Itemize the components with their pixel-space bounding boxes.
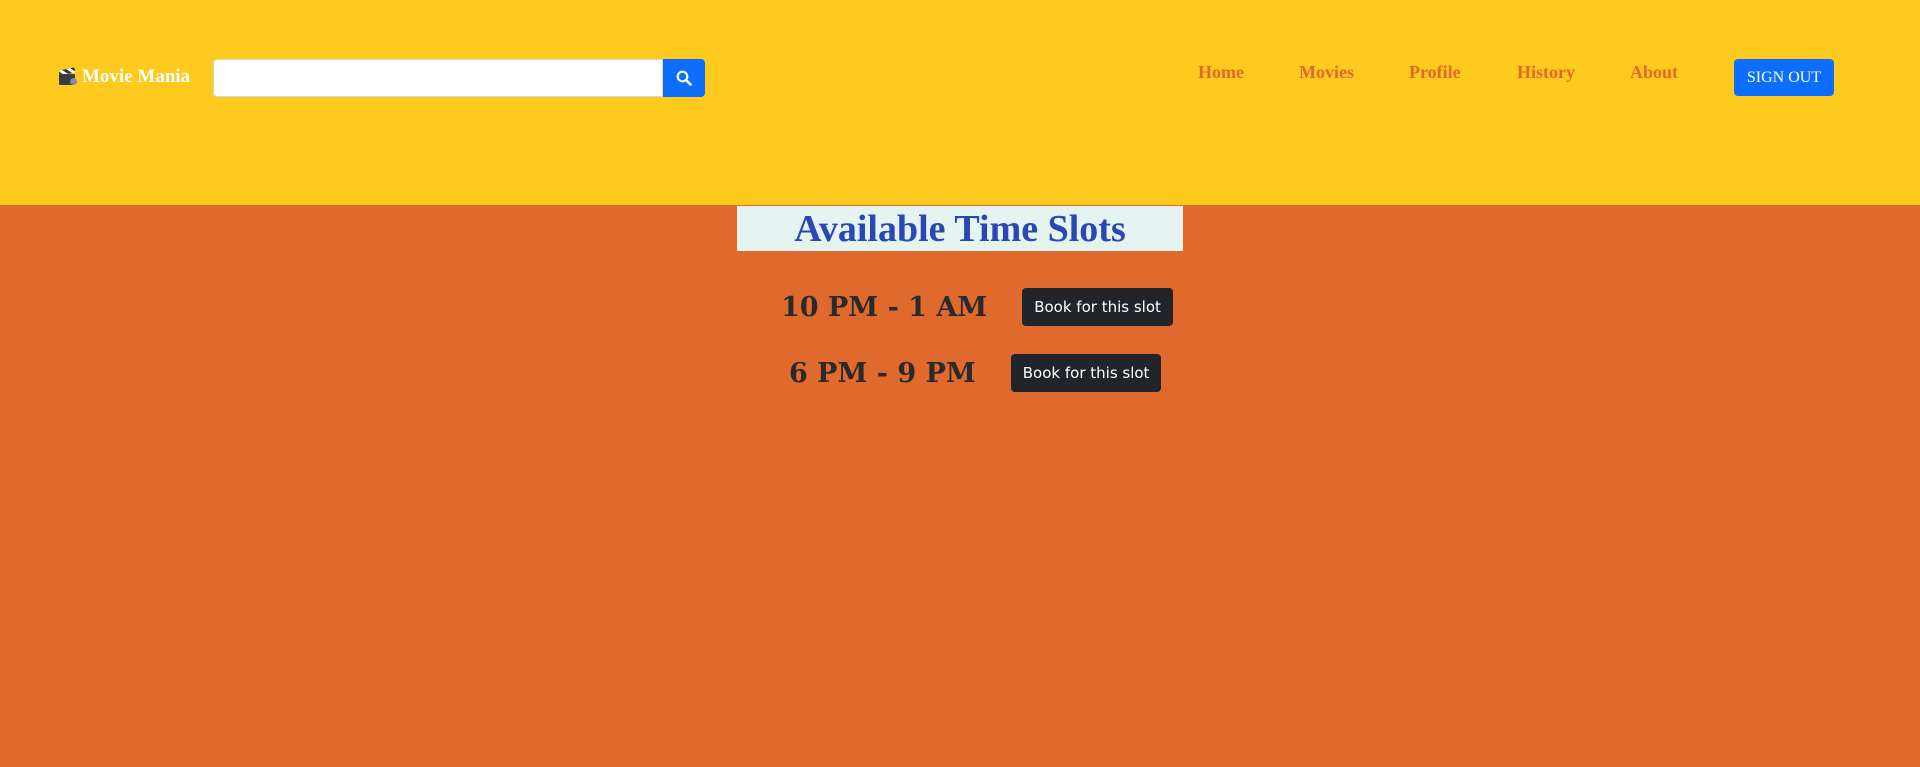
- header: Movie Mania Home Movies Profile History …: [0, 0, 1920, 205]
- nav-link-home[interactable]: Home: [1198, 62, 1244, 83]
- time-slot-row: 6 PM - 9 PM Book for this slot: [789, 354, 1162, 392]
- slot-time: 6 PM - 9 PM: [789, 357, 976, 389]
- nav-link-about[interactable]: About: [1630, 62, 1678, 83]
- nav-link-history[interactable]: History: [1517, 62, 1575, 83]
- page-title: Available Time Slots: [794, 207, 1126, 250]
- nav-link-profile[interactable]: Profile: [1409, 62, 1461, 83]
- main-nav: Home Movies Profile History About: [0, 62, 1920, 86]
- page-title-box: Available Time Slots: [737, 206, 1183, 251]
- book-slot-button[interactable]: Book for this slot: [1010, 354, 1162, 392]
- book-slot-button[interactable]: Book for this slot: [1022, 288, 1173, 326]
- nav-link-movies[interactable]: Movies: [1299, 62, 1354, 83]
- time-slot-row: 10 PM - 1 AM Book for this slot: [781, 288, 1173, 326]
- sign-out-button[interactable]: SIGN OUT: [1734, 59, 1834, 96]
- slot-time: 10 PM - 1 AM: [781, 291, 988, 323]
